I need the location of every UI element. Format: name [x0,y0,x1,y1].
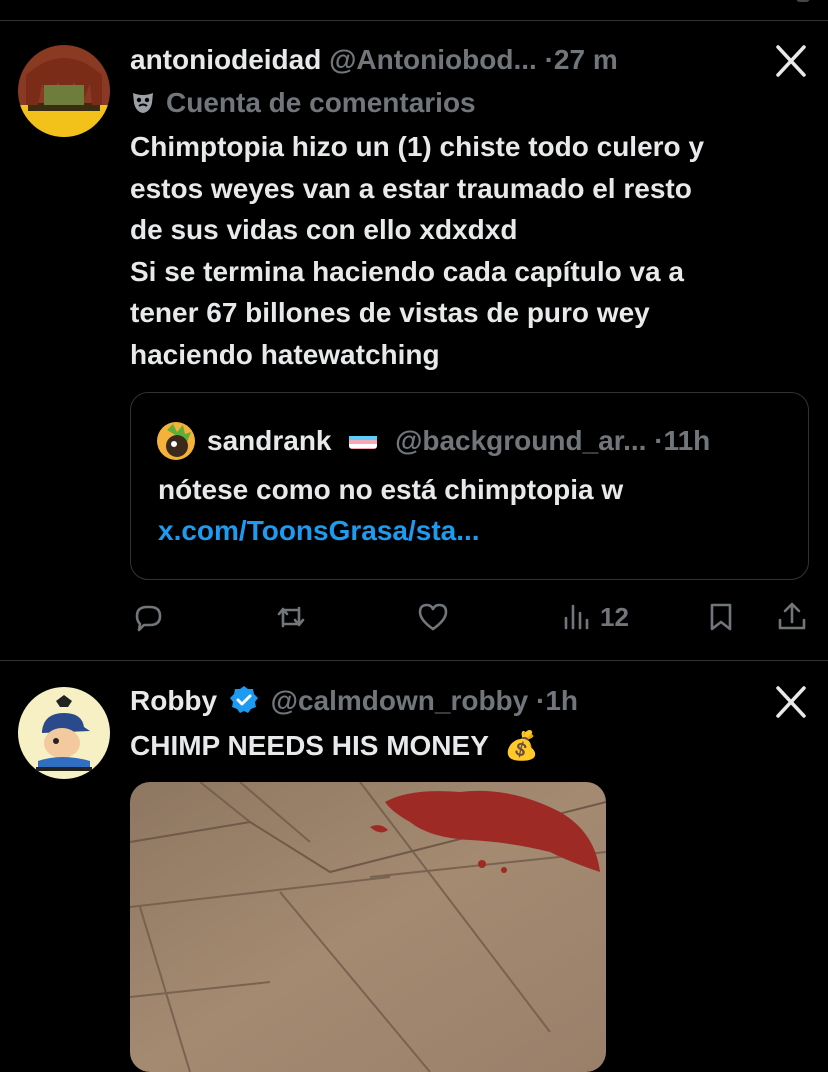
commentary-label-text: Cuenta de comentarios [166,87,476,118]
share-icon [778,602,806,630]
share-button[interactable] [775,592,809,642]
text-line: estos weyes van a estar traumado el rest… [130,172,692,204]
quote-handle[interactable]: @background_ar... [395,425,646,456]
quote-avatar[interactable] [157,422,195,460]
text-line: de sus vidas con ello xdxdxd [130,214,518,245]
timestamp[interactable]: 27 m [554,44,618,75]
like-button[interactable] [416,592,450,642]
media-image [130,782,606,1072]
text-line: Si se termina haciendo cada capítulo va … [130,255,684,287]
tweet-header: antoniodeidad @Antoniobod... ·27 m [130,42,618,78]
handle[interactable]: @Antoniobod... [329,44,537,75]
heart-icon [418,603,448,631]
views-button[interactable]: 12 [560,592,629,642]
avatar-image [18,45,110,137]
avatar[interactable] [18,45,110,137]
quote-link[interactable]: x.com/ToonsGrasa/sta... [158,513,480,549]
display-name[interactable]: antoniodeidad [130,44,321,75]
reply-button[interactable] [131,592,165,642]
tweet-media[interactable] [130,782,606,1072]
tweet-text: Chimptopia hizo un (1) chiste todo culer… [130,126,800,375]
tweet-antoniodeidad[interactable]: antoniodeidad @Antoniobod... ·27 m Cuent… [0,0,828,660]
avatar[interactable] [18,687,110,779]
text-line: Chimptopia hizo un (1) chiste todo culer… [130,131,705,162]
repost-button[interactable] [274,592,308,642]
quote-timestamp[interactable]: 11h [664,425,711,456]
quoted-tweet[interactable]: sandrank @background_ar... ·11h nótese c… [130,392,809,580]
tweet-header: Robby @calmdown_robby ·1h [130,683,578,719]
tweet-text: CHIMP NEEDS HIS MONEY 💰 [130,727,539,765]
verified-badge-icon [229,685,259,715]
display-name[interactable]: Robby [130,685,217,716]
reply-icon [135,605,162,632]
quote-header: sandrank @background_ar... ·11h [207,423,710,459]
separator-dot: · [654,425,664,456]
avatar-image [18,687,110,779]
bookmark-icon [710,603,732,631]
money-bag-icon: 💰 [504,730,540,761]
text-line: CHIMP NEEDS HIS MONEY [130,730,489,761]
repost-icon [277,606,305,628]
close-icon[interactable] [774,44,808,78]
views-count: 12 [600,601,629,632]
trans-flag-icon [349,429,378,449]
quote-display-name[interactable]: sandrank [207,425,332,456]
timestamp[interactable]: 1h [545,685,578,716]
tweet-actions: 12 [0,592,828,642]
close-icon[interactable] [774,685,808,719]
separator-dot: · [536,685,546,716]
handle[interactable]: @calmdown_robby [271,685,529,716]
tweet-robby[interactable]: Robby @calmdown_robby ·1h CHIMP NEEDS HI… [0,661,828,1072]
bookmark-button[interactable] [704,592,738,642]
commentary-account-label: Cuenta de comentarios [130,85,476,121]
separator-dot: · [544,44,554,75]
text-line: haciendo hatewatching [130,338,440,370]
quote-text: nótese como no está chimptopia w [158,474,624,505]
views-icon [564,604,589,630]
text-line: tener 67 billones de vistas de puro wey [130,297,650,328]
mask-icon [130,88,156,114]
